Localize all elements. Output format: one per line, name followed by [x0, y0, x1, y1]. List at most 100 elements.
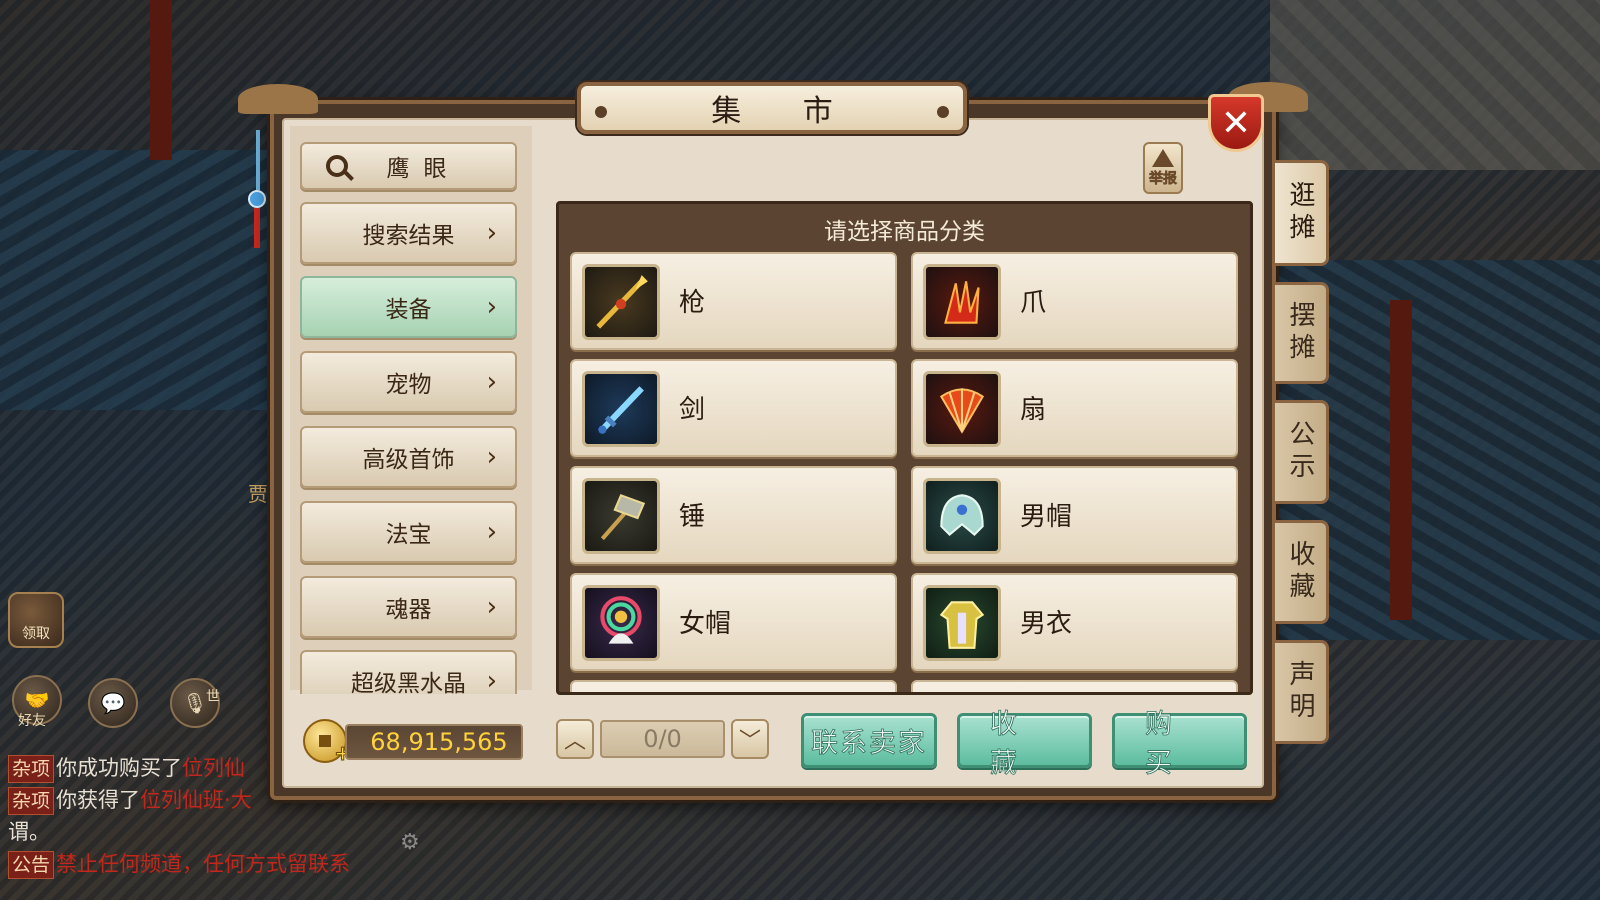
close-icon: ✕ — [1220, 102, 1252, 144]
chat-announcement: 禁止任何频道，任何方式留联系 — [56, 852, 351, 876]
chat-tag: 杂项 — [8, 755, 55, 783]
report-button[interactable]: 举报 — [1143, 142, 1183, 194]
report-label: 举报 — [1149, 170, 1178, 187]
category-fan[interactable]: 扇 — [911, 359, 1238, 457]
category-label: 扇 — [1020, 395, 1047, 425]
chevron-up-icon: ︿ — [563, 729, 586, 754]
hammer-icon — [582, 478, 660, 554]
menu-item-search-results[interactable]: 搜索结果 › — [300, 202, 517, 264]
menu-item-label: 搜索结果 — [362, 223, 455, 249]
chat-item-link[interactable]: 位列仙班·大 — [140, 788, 252, 812]
window-title: 集 市 — [577, 82, 967, 134]
claw-icon — [923, 264, 1001, 340]
warning-icon — [1152, 148, 1174, 167]
category-claw[interactable]: 爪 — [911, 252, 1238, 350]
friends-label: 好友 — [18, 713, 46, 729]
chevron-right-icon: › — [486, 517, 497, 547]
chat-line: 公告 禁止任何频道，任何方式留联系 — [8, 848, 428, 880]
category-more[interactable] — [570, 680, 897, 692]
menu-item-label: 装备 — [385, 297, 432, 323]
category-more[interactable] — [911, 680, 1238, 692]
category-spear[interactable]: 枪 — [570, 252, 897, 350]
chat-button[interactable]: 💬 — [88, 678, 138, 728]
chevron-right-icon: › — [486, 367, 497, 397]
category-label: 男帽 — [1020, 502, 1073, 532]
menu-item-soul-artifact[interactable]: 魂器 › — [300, 576, 517, 638]
tab-public-notice[interactable]: 公示 — [1275, 400, 1329, 504]
category-label: 男衣 — [1020, 609, 1073, 639]
title-rivet — [937, 106, 949, 118]
chat-text: 你成功购买了 — [56, 756, 183, 780]
chevron-right-icon: › — [486, 292, 497, 322]
category-hammer[interactable]: 锤 — [570, 466, 897, 564]
hanging-ornament-icon — [248, 130, 268, 260]
chat-item-link[interactable]: 位列仙 — [182, 756, 245, 780]
eagle-eye-search-button[interactable]: 鹰眼 — [300, 142, 517, 190]
menu-item-label: 魂器 — [385, 597, 432, 623]
world-channel-tag: 世 — [206, 689, 220, 705]
female-hat-icon — [582, 585, 660, 661]
fan-icon — [923, 371, 1001, 447]
menu-item-label: 宠物 — [385, 372, 432, 398]
category-menu[interactable]: 搜索结果 › 装备 › 宠物 › 高级首饰 › 法宝 › 魂器 › 超级黑水晶 › — [296, 196, 522, 694]
gear-icon[interactable]: ⚙ — [400, 830, 420, 855]
chevron-right-icon: › — [486, 666, 497, 694]
tab-statement[interactable]: 声明 — [1275, 640, 1329, 744]
chevron-down-icon: ﹀ — [738, 729, 761, 754]
chat-tag: 公告 — [8, 851, 55, 879]
category-sword[interactable]: 剑 — [570, 359, 897, 457]
sword-icon — [582, 371, 660, 447]
category-header: 请选择商品分类 — [824, 219, 985, 245]
chat-text: 你获得了 — [56, 788, 141, 812]
title-rivet — [595, 106, 607, 118]
category-label: 剑 — [679, 395, 706, 425]
category-label: 枪 — [679, 288, 706, 318]
handshake-icon: 🤝 — [24, 688, 50, 712]
close-button[interactable]: ✕ — [1208, 94, 1264, 152]
window-title-text: 集 市 — [711, 94, 859, 129]
currency-amount: 68,915,565 — [345, 724, 523, 760]
category-label: 爪 — [1020, 288, 1047, 318]
category-label: 锤 — [679, 502, 706, 532]
menu-item-super-black-crystal[interactable]: 超级黑水晶 › — [300, 650, 517, 694]
male-robe-icon — [923, 585, 1001, 661]
chat-text: 谓。 — [8, 820, 50, 844]
chevron-right-icon: › — [486, 218, 497, 248]
tab-browse-stalls[interactable]: 逛摊 — [1275, 160, 1329, 266]
left-wing-ornament — [238, 84, 318, 114]
spear-icon — [582, 264, 660, 340]
menu-item-label: 高级首饰 — [362, 447, 455, 473]
add-coins-button[interactable]: + — [303, 719, 351, 766]
buy-button[interactable]: 购 买 — [1112, 708, 1247, 779]
chat-line: 谓。 — [8, 816, 428, 848]
page-indicator: 0/0 — [600, 720, 725, 758]
side-text: 贾 — [248, 482, 268, 506]
claim-button[interactable]: 领取 — [8, 592, 64, 648]
claim-label: 领取 — [22, 626, 50, 642]
page-up-button[interactable]: ︿ — [556, 719, 594, 759]
category-female-hat[interactable]: 女帽 — [570, 573, 897, 671]
contact-seller-button[interactable]: 联系卖家 — [801, 713, 937, 768]
category-male-hat[interactable]: 男帽 — [911, 466, 1238, 564]
category-label: 女帽 — [679, 609, 732, 639]
menu-item-premium-jewelry[interactable]: 高级首饰 › — [300, 426, 517, 488]
page-down-button[interactable]: ﹀ — [731, 719, 769, 759]
chat-tag: 杂项 — [8, 787, 55, 815]
speech-bubble-icon: 💬 — [100, 691, 126, 715]
tab-set-up-stall[interactable]: 摆摊 — [1275, 282, 1329, 384]
menu-item-label: 超级黑水晶 — [351, 671, 466, 694]
coin-icon — [319, 735, 331, 747]
favorite-button[interactable]: 收 藏 — [957, 708, 1092, 779]
category-male-robe[interactable]: 男衣 — [911, 573, 1238, 671]
menu-item-pets[interactable]: 宠物 › — [300, 351, 517, 413]
search-icon — [326, 155, 348, 177]
chevron-right-icon: › — [486, 442, 497, 472]
search-label: 鹰眼 — [386, 156, 461, 182]
menu-item-magic-treasure[interactable]: 法宝 › — [300, 501, 517, 563]
male-hat-icon — [923, 478, 1001, 554]
menu-item-label: 法宝 — [385, 522, 432, 548]
microphone-icon: 🎙 — [182, 691, 208, 715]
menu-item-equipment[interactable]: 装备 › — [300, 276, 517, 338]
tab-favorites[interactable]: 收藏 — [1275, 520, 1329, 624]
category-grid: 请选择商品分类 枪 爪 剑 扇 锤 男帽 女帽 男衣 — [556, 201, 1253, 695]
